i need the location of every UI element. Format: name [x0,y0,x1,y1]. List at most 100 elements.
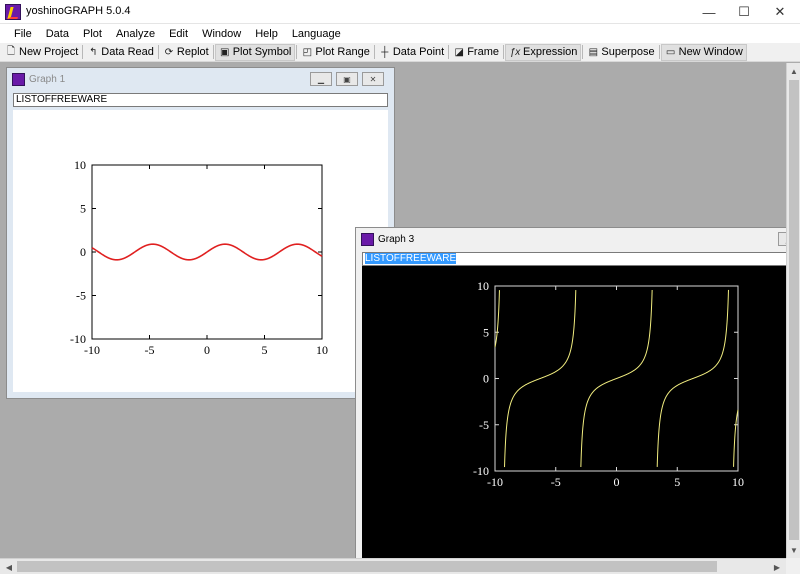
replot-icon: ⟳ [164,46,174,58]
graph1-app-icon [12,73,25,86]
menu-plot[interactable]: Plot [76,24,109,43]
plot-symbol-button[interactable]: ▣ Plot Symbol [214,43,296,61]
menu-language[interactable]: Language [285,24,348,43]
plot-range-icon: ◰ [302,46,313,58]
close-button[interactable]: ✕ [763,0,797,24]
x-tick-label: -5 [551,475,561,489]
vertical-scroll-thumb[interactable] [789,80,799,540]
new-window-button[interactable]: ▭ New Window [660,43,747,61]
new-project-button[interactable]: 🗋 New Project [2,44,81,61]
menu-data[interactable]: Data [39,24,76,43]
y-tick-label: 5 [80,202,86,216]
app-titlebar: yoshinoGRAPH 5.0.4 — ☐ ✕ [0,0,800,24]
y-tick-label: -10 [473,464,489,478]
plot-range-label: Plot Range [315,46,370,58]
horizontal-scrollbar[interactable]: ◀ ▶ [0,558,786,574]
superpose-button[interactable]: ▤ Superpose [584,44,657,61]
graph3-window[interactable]: Graph 3 ▁ LISTOFFREEWARE -10 -5 0 5 10 10 5 0 -5… [355,227,786,558]
y-tick-label: -5 [76,289,86,303]
y-tick-label: 0 [483,372,489,386]
data-point-icon: ┼ [381,46,389,58]
maximize-button[interactable]: ☐ [727,0,761,24]
graph3-minimize-button[interactable]: ▁ [778,232,786,246]
new-project-icon: 🗋 [6,45,16,57]
toolbar-separator [582,45,584,59]
new-window-icon: ▭ [665,46,676,58]
data-read-label: Data Read [101,46,154,58]
frame-button[interactable]: ◪ Frame [450,44,502,61]
x-tick-label: -10 [487,475,503,489]
graph3-title: Graph 3 [378,234,415,245]
x-tick-label: -10 [84,343,100,357]
x-tick-label: 5 [674,475,680,489]
data-point-label: Data Point [392,46,445,58]
toolbar-separator [212,45,214,59]
toolbar-separator [448,45,450,59]
toolbar-separator [373,45,375,59]
scroll-up-arrow-icon[interactable]: ▲ [787,64,800,78]
graph3-chart: -10 -5 0 5 10 10 5 0 -5 -10 [362,266,786,558]
x-tick-label: 0 [614,475,620,489]
menu-bar: File Data Plot Analyze Edit Window Help … [0,24,800,43]
vertical-scrollbar[interactable]: ▲ ▼ [786,63,800,558]
graph1-restore-button[interactable]: ▣ [336,72,358,86]
data-read-icon: ↰ [89,46,98,58]
toolbar-separator [658,45,660,59]
graph1-comment-field[interactable]: LISTOFFREEWARE [13,93,388,107]
chart-background [13,110,388,392]
graph1-chart: -10 -5 0 5 10 10 5 0 -5 -10 [13,110,388,392]
y-tick-label: 10 [74,158,86,172]
toolbar-separator [82,45,84,59]
graph1-window[interactable]: Graph 1 ▁ ▣ ✕ LISTOFFREEWARE -10 -5 0 5 10 10… [6,67,395,399]
y-tick-label: -10 [70,332,86,346]
minimize-button[interactable]: — [692,0,726,24]
plot-symbol-label: Plot Symbol [232,46,292,58]
toolbar-separator [157,45,159,59]
mdi-workspace: Graph 1 ▁ ▣ ✕ LISTOFFREEWARE -10 -5 0 5 10 10… [0,63,786,558]
chart-background [362,266,786,558]
menu-edit[interactable]: Edit [162,24,195,43]
new-project-label: New Project [19,46,79,58]
graph3-comment-field[interactable]: LISTOFFREEWARE [362,252,786,266]
app-logo-icon [5,4,21,20]
replot-label: Replot [176,46,209,58]
graph1-close-button[interactable]: ✕ [362,72,384,86]
plot-symbol-icon: ▣ [219,46,230,58]
y-tick-label: -5 [479,418,489,432]
y-tick-label: 5 [483,325,489,339]
superpose-icon: ▤ [588,46,599,58]
toolbar-separator [502,45,504,59]
scroll-left-arrow-icon[interactable]: ◀ [2,560,16,574]
graph3-app-icon [361,233,374,246]
x-tick-label: -5 [145,343,155,357]
scroll-right-arrow-icon[interactable]: ▶ [770,560,784,574]
plot-range-button[interactable]: ◰ Plot Range [298,44,372,61]
data-read-button[interactable]: ↰ Data Read [84,44,157,61]
replot-button[interactable]: ⟳ Replot [160,44,212,61]
x-tick-label: 5 [262,343,268,357]
graph3-titlebar[interactable]: Graph 3 ▁ [356,228,786,250]
menu-analyze[interactable]: Analyze [109,24,162,43]
expression-button[interactable]: ƒx Expression [504,43,582,61]
scroll-down-arrow-icon[interactable]: ▼ [787,543,800,557]
scrollbar-corner [786,558,800,574]
graph1-minimize-button[interactable]: ▁ [310,72,332,86]
graph1-plot-area: -10 -5 0 5 10 10 5 0 -5 -10 [13,110,388,392]
x-tick-label: 10 [732,475,744,489]
toolbar-separator [296,45,298,59]
y-tick-label: 0 [80,245,86,259]
horizontal-scroll-thumb[interactable] [17,561,717,572]
graph3-comment-selection: LISTOFFREEWARE [365,253,457,264]
menu-file[interactable]: File [7,24,39,43]
data-point-button[interactable]: ┼ Data Point [376,44,447,61]
toolbar: 🗋 New Project ↰ Data Read ⟳ Replot ▣ Plot Sy… [0,43,800,62]
expression-label: Expression [522,46,578,58]
y-tick-label: 10 [477,279,489,293]
frame-label: Frame [467,46,499,58]
menu-window[interactable]: Window [195,24,248,43]
graph3-plot-area: -10 -5 0 5 10 10 5 0 -5 -10 [362,266,786,558]
graph1-titlebar[interactable]: Graph 1 ▁ ▣ ✕ [7,68,394,90]
graph1-title: Graph 1 [29,74,66,85]
menu-help[interactable]: Help [248,24,285,43]
app-title: yoshinoGRAPH 5.0.4 [26,5,131,17]
